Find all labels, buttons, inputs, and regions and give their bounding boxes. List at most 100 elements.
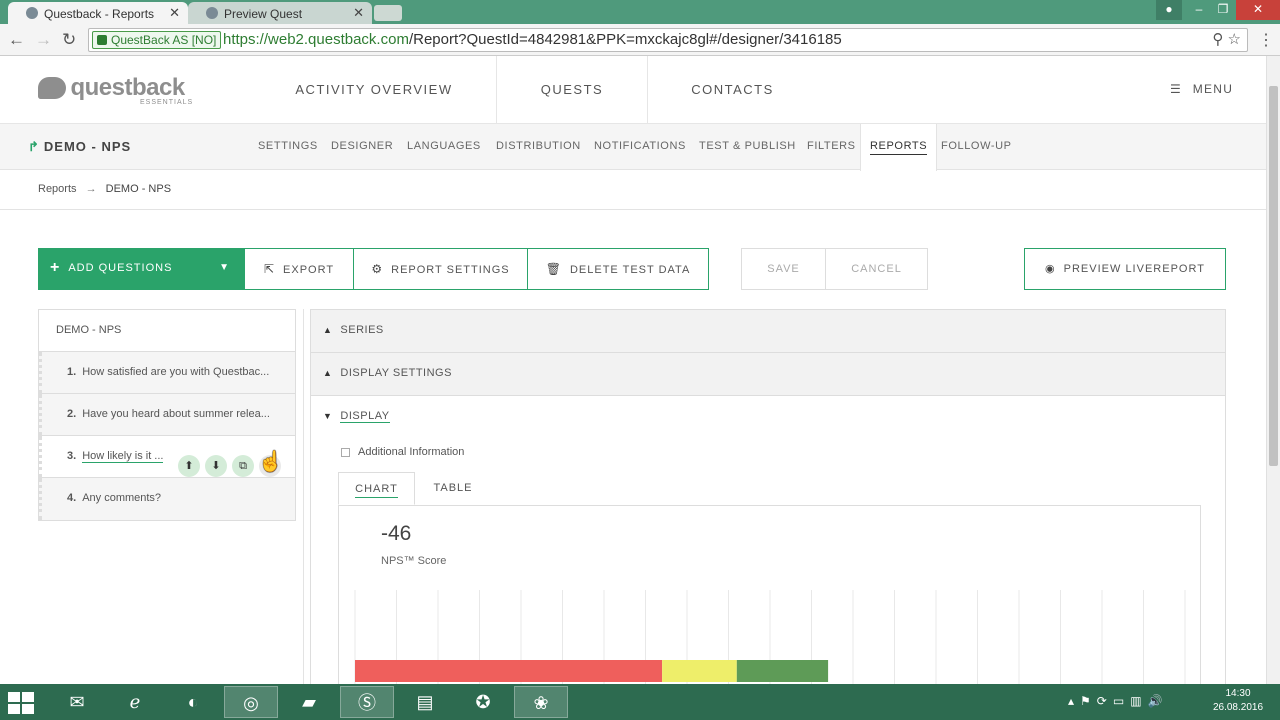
tab-chart[interactable]: CHART <box>338 472 415 505</box>
lock-icon <box>97 35 107 45</box>
back-arrow-icon[interactable]: ← <box>8 30 25 50</box>
nav-contacts[interactable]: CONTACTS <box>647 56 817 123</box>
security-badge[interactable]: QuestBack AS [NO] <box>92 31 222 49</box>
zoom-search-icon[interactable]: ⚲ <box>1212 31 1223 48</box>
tab-designer[interactable]: DESIGNER <box>331 124 393 170</box>
browser-menu-icon[interactable]: ⋮ <box>1258 30 1274 50</box>
question-item-2[interactable]: 2. Have you heard about summer relea... <box>39 394 295 436</box>
notes-app-icon[interactable]: ▰ <box>282 686 336 718</box>
add-questions-button[interactable]: + ADD QUESTIONS ▼ <box>38 248 244 290</box>
network-app-icon[interactable]: ✪ <box>456 686 510 718</box>
move-down-icon[interactable]: ⬇ <box>205 455 227 477</box>
minimize-window-icon[interactable]: – <box>1186 0 1212 20</box>
logo-text: questback <box>70 74 185 101</box>
tray-expand-icon[interactable]: ▴ <box>1068 694 1080 708</box>
export-button[interactable]: ⇱ EXPORT <box>244 248 354 290</box>
flower-app-icon[interactable]: ❀ <box>514 686 568 718</box>
browser-tab-reports[interactable]: Questback - Reports ✕ <box>8 2 188 24</box>
additional-info-label: Additional Information <box>358 446 465 458</box>
outlook-icon[interactable]: ✉ <box>50 686 104 718</box>
question-text: Any comments? <box>82 492 162 504</box>
taskbar-clock[interactable]: 14:30 26.08.2016 <box>1208 687 1268 715</box>
chrome-icon[interactable]: ◎ <box>224 686 278 718</box>
tab-follow-up[interactable]: FOLLOW-UP <box>941 124 1012 170</box>
reload-icon[interactable]: ↻ <box>62 30 76 50</box>
close-tab-icon[interactable]: ✕ <box>169 5 180 21</box>
hamburger-icon: ☰ <box>1170 82 1183 96</box>
tab-reports-label: REPORTS <box>870 140 928 155</box>
question-item-3[interactable]: 3. How likely is it ... ⬆ ⬇ ⧉ 🗑 <box>39 436 295 478</box>
scrollbar-thumb[interactable] <box>1269 86 1278 466</box>
tab-settings[interactable]: SETTINGS <box>258 124 318 170</box>
tab-reports[interactable]: REPORTS <box>860 124 938 171</box>
report-settings-button[interactable]: ⚙ REPORT SETTINGS <box>354 248 528 290</box>
close-tab-icon[interactable]: ✕ <box>353 5 364 21</box>
question-list: DEMO - NPS 1. How satisfied are you with … <box>38 309 296 521</box>
windows-start-icon[interactable] <box>8 692 36 714</box>
display-settings-label: DISPLAY SETTINGS <box>340 367 452 379</box>
tab-test-publish[interactable]: TEST & PUBLISH <box>699 124 796 170</box>
additional-info-option[interactable]: Additional Information <box>341 446 464 458</box>
export-icon: ⇱ <box>263 262 276 276</box>
nav-quests[interactable]: QUESTS <box>496 56 647 123</box>
additional-info-checkbox[interactable] <box>341 447 350 457</box>
tab-filters[interactable]: FILTERS <box>807 124 856 170</box>
save-button[interactable]: SAVE <box>741 248 826 290</box>
eye-icon: ◉ <box>1045 263 1056 275</box>
copy-icon[interactable]: ⧉ <box>232 455 254 477</box>
tab-languages[interactable]: LANGUAGES <box>407 124 481 170</box>
trash-icon: 🗑 <box>545 262 562 276</box>
question-number: 3. <box>67 450 77 462</box>
display-icon[interactable]: ▭ <box>1113 694 1130 708</box>
question-item-4[interactable]: 4. Any comments? <box>39 478 295 520</box>
firefox-icon[interactable]: ◐ <box>166 686 220 718</box>
series-section-header[interactable]: ▲ SERIES <box>311 310 1225 353</box>
clock-date: 26.08.2016 <box>1212 702 1264 713</box>
cancel-button[interactable]: CANCEL <box>825 248 928 290</box>
add-questions-label: ADD QUESTIONS <box>68 262 173 274</box>
menu-label: MENU <box>1192 82 1234 96</box>
nps-bar-segment-3 <box>736 660 829 682</box>
browser-tab-preview[interactable]: Preview Quest ✕ <box>188 2 372 24</box>
new-tab-button[interactable] <box>374 5 402 21</box>
bookmark-star-icon[interactable]: ☆ <box>1228 31 1241 48</box>
network-icon[interactable]: ▥ <box>1130 694 1147 708</box>
tab-distribution[interactable]: DISTRIBUTION <box>496 124 581 170</box>
preview-livereport-button[interactable]: ◉ PREVIEW LIVEREPORT <box>1024 248 1226 290</box>
url-omnibox[interactable]: QuestBack AS [NO] https://web2.questback… <box>88 28 1248 52</box>
skype-icon[interactable]: Ⓢ <box>340 686 394 718</box>
tab-notifications[interactable]: NOTIFICATIONS <box>594 124 686 170</box>
question-text-link[interactable]: How likely is it ... <box>82 450 164 463</box>
column-divider <box>303 309 304 684</box>
close-window-icon[interactable]: ✕ <box>1236 0 1280 20</box>
divider <box>0 209 1266 210</box>
display-settings-section-header[interactable]: ▲ DISPLAY SETTINGS <box>311 353 1225 396</box>
page-scrollbar[interactable] <box>1266 56 1280 684</box>
tab-table[interactable]: TABLE <box>423 472 483 505</box>
move-up-icon[interactable]: ⬆ <box>178 455 200 477</box>
main-menu-button[interactable]: ☰ MENU <box>1170 56 1233 123</box>
nps-chart-box: -46 NPS™ Score <box>338 505 1201 684</box>
questback-logo[interactable]: questback <box>38 74 185 102</box>
file-explorer-icon[interactable]: ▤ <box>398 686 452 718</box>
volume-icon[interactable]: 🔊 <box>1148 694 1169 708</box>
survey-title[interactable]: ↱ DEMO - NPS <box>28 139 131 155</box>
maximize-window-icon[interactable]: ❐ <box>1210 0 1236 20</box>
forward-arrow-icon[interactable]: → <box>35 30 52 50</box>
display-section-header[interactable]: ▼ DISPLAY <box>311 396 1225 436</box>
sync-icon[interactable]: ⟳ <box>1097 694 1113 708</box>
plus-icon: + <box>50 259 61 277</box>
question-item-1[interactable]: 1. How satisfied are you with Questbac... <box>39 352 295 394</box>
survey-title-text: DEMO - NPS <box>43 139 132 154</box>
user-profile-icon[interactable]: ● <box>1156 0 1182 20</box>
question-number: 1. <box>67 366 77 378</box>
chevron-down-icon[interactable]: ▼ <box>219 248 230 288</box>
delete-test-data-button[interactable]: 🗑 DELETE TEST DATA <box>528 248 709 290</box>
gear-icon: ⚙ <box>371 262 384 276</box>
breadcrumb-arrow-icon: → <box>85 183 97 195</box>
display-label: DISPLAY <box>340 410 390 423</box>
breadcrumb-reports-link[interactable]: Reports <box>38 183 77 195</box>
internet-explorer-icon[interactable]: ℯ <box>108 686 162 718</box>
nav-activity-overview[interactable]: ACTIVITY OVERVIEW <box>252 56 496 123</box>
flag-icon[interactable]: ⚑ <box>1080 694 1097 708</box>
